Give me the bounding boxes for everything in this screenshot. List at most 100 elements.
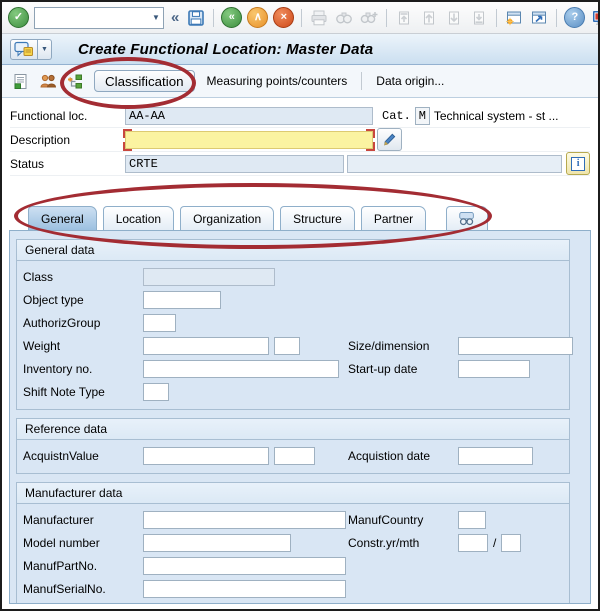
- tab-general[interactable]: General: [28, 206, 97, 230]
- inventory-row: Inventory no. Start-up date: [23, 357, 569, 380]
- tab-strip: General Location Organization Structure …: [2, 200, 598, 230]
- shift-note-type-label: Shift Note Type: [23, 384, 105, 399]
- size-dimension-label: Size/dimension: [348, 338, 430, 353]
- general-tab-content: General data Class Object type AuthorizG…: [9, 230, 591, 604]
- services-for-object-icon[interactable]: [10, 38, 38, 60]
- manuf-part-no-row: ManufPartNo.: [23, 554, 569, 577]
- classification-button[interactable]: Classification: [94, 70, 195, 92]
- acquistn-value-field[interactable]: [143, 446, 269, 465]
- inventory-no-label: Inventory no.: [23, 361, 93, 376]
- status-field: [125, 154, 345, 173]
- manuf-part-no-label: ManufPartNo.: [23, 558, 98, 573]
- weight-unit-field[interactable]: [274, 336, 300, 355]
- manuf-serial-no-label: ManufSerialNo.: [23, 581, 106, 596]
- command-dropdown-icon[interactable]: ▼: [149, 13, 163, 22]
- partners-icon[interactable]: [38, 71, 58, 91]
- tab-overview-button[interactable]: [446, 206, 489, 230]
- general-data-body: Class Object type AuthorizGroup Weight S…: [17, 261, 573, 409]
- toolbar-separator: [496, 8, 498, 27]
- shift-note-type-field[interactable]: [143, 382, 169, 401]
- exit-icon[interactable]: ∧: [247, 7, 269, 28]
- category-description: Technical system - st ...: [433, 108, 559, 123]
- weight-label: Weight: [23, 338, 61, 353]
- toolbar-separator: [213, 8, 215, 27]
- cancel-icon[interactable]: ×: [273, 7, 295, 28]
- command-field[interactable]: ▼: [34, 6, 164, 29]
- constr-yr-mth-fields: /: [458, 533, 522, 552]
- services-for-object-button[interactable]: ▼: [10, 38, 52, 60]
- reference-data-header: Reference data: [17, 419, 569, 440]
- toolbar-separator: [361, 72, 363, 90]
- startup-date-field[interactable]: [458, 359, 530, 378]
- tab-structure[interactable]: Structure: [280, 206, 355, 230]
- manufacturer-data-body: Manufacturer ManufCountry Model number C…: [17, 504, 569, 603]
- page-title: Create Functional Location: Master Data: [78, 40, 374, 58]
- category-field: M: [414, 106, 430, 125]
- manuf-country-label: ManufCountry: [348, 512, 424, 527]
- inventory-no-field[interactable]: [143, 359, 339, 378]
- acquistion-date-field[interactable]: [458, 446, 533, 465]
- size-dimension-field[interactable]: [458, 336, 573, 355]
- services-dropdown-icon[interactable]: ▼: [38, 38, 52, 60]
- save-icon[interactable]: [186, 8, 206, 28]
- manuf-part-no-field[interactable]: [143, 556, 346, 575]
- create-shortcut-icon[interactable]: [529, 8, 549, 28]
- status-label: Status: [10, 156, 45, 171]
- status-info-button[interactable]: i: [566, 152, 590, 175]
- class-label: Class: [23, 269, 54, 284]
- measuring-points-button[interactable]: Measuring points/counters: [203, 74, 352, 88]
- manuf-serial-no-field[interactable]: [143, 579, 346, 598]
- data-origin-button[interactable]: Data origin...: [372, 74, 448, 88]
- reference-data-body: AcquistnValue Acquistion date: [17, 440, 569, 473]
- manufacturer-field[interactable]: [143, 510, 346, 529]
- acquistion-date-label: Acquistion date: [348, 448, 431, 463]
- help-icon[interactable]: ?: [564, 7, 586, 28]
- tab-organization-label: Organization: [193, 211, 262, 226]
- category-label: Cat.: [382, 108, 411, 123]
- object-type-field[interactable]: [143, 290, 221, 309]
- manuf-serial-no-row: ManufSerialNo.: [23, 577, 569, 600]
- startup-date-label: Start-up date: [348, 361, 418, 376]
- functional-loc-label: Functional loc.: [10, 108, 88, 123]
- weight-field[interactable]: [143, 336, 269, 355]
- find-next-icon: [359, 8, 379, 28]
- constr-yr-mth-label: Constr.yr/mth: [348, 535, 420, 550]
- description-field[interactable]: [125, 130, 373, 149]
- constr-year-field[interactable]: [458, 533, 488, 552]
- enter-icon[interactable]: ✓: [8, 7, 29, 28]
- collapse-toolbar-icon[interactable]: «: [169, 9, 181, 26]
- first-page-icon: [394, 8, 414, 28]
- toolbar-separator: [301, 8, 303, 27]
- tab-partner[interactable]: Partner: [360, 206, 427, 230]
- status-row: Status i: [10, 152, 590, 176]
- manuf-country-field[interactable]: [458, 510, 486, 529]
- structure-hierarchy-icon[interactable]: [66, 71, 86, 91]
- print-icon: [309, 8, 329, 28]
- functional-loc-field: [125, 106, 373, 125]
- last-page-icon: [469, 8, 489, 28]
- sap-window: ✓ ▼ « « ∧ × ? ▼ Create Functional Locati…: [0, 0, 600, 611]
- command-input[interactable]: [35, 9, 149, 26]
- class-row: Class: [23, 265, 569, 288]
- document-overview-icon[interactable]: [10, 71, 30, 91]
- tab-organization[interactable]: Organization: [180, 206, 275, 230]
- info-icon: i: [571, 156, 586, 171]
- acquistn-value-row: AcquistnValue Acquistion date: [23, 444, 569, 467]
- new-session-icon[interactable]: [504, 8, 524, 28]
- object-type-label: Object type: [23, 292, 84, 307]
- description-row: Description: [10, 128, 590, 152]
- shift-note-row: Shift Note Type: [23, 380, 569, 403]
- tab-location[interactable]: Location: [102, 206, 175, 230]
- authoriz-group-label: AuthorizGroup: [23, 315, 101, 330]
- authoriz-group-field[interactable]: [143, 313, 176, 332]
- model-number-field[interactable]: [143, 533, 291, 552]
- weight-row: Weight Size/dimension: [23, 334, 573, 357]
- long-text-edit-button[interactable]: [377, 128, 402, 151]
- acquistn-currency-field[interactable]: [274, 446, 315, 465]
- back-icon[interactable]: «: [221, 7, 243, 28]
- constr-month-field[interactable]: [501, 533, 522, 552]
- manufacturer-data-group: Manufacturer data Manufacturer ManufCoun…: [16, 482, 570, 603]
- acquistn-value-label: AcquistnValue: [23, 448, 99, 463]
- customize-layout-icon[interactable]: [590, 8, 598, 28]
- functional-location-row: Functional loc. Cat. M Technical system …: [10, 104, 590, 128]
